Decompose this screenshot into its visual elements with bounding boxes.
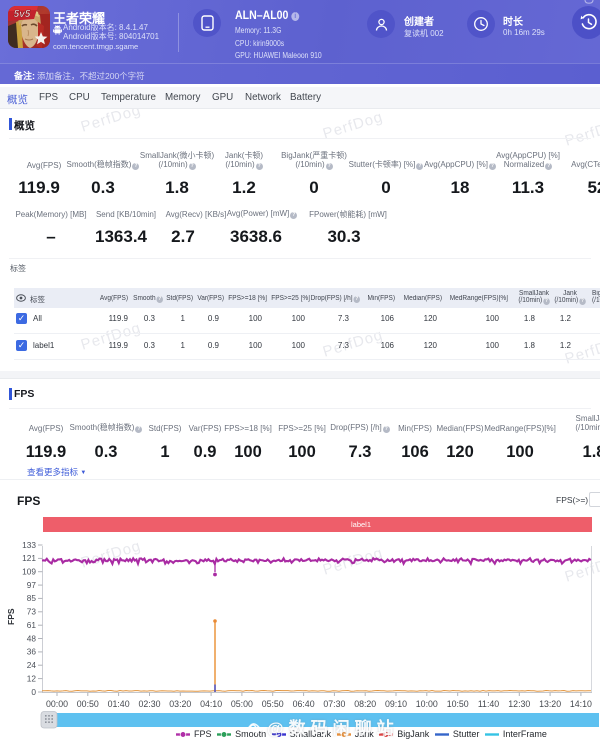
svg-text:85: 85 (27, 593, 37, 603)
svg-text:24: 24 (27, 660, 37, 670)
svg-text:12: 12 (27, 673, 37, 683)
svg-text:133: 133 (22, 540, 36, 550)
svg-text:05:00: 05:00 (231, 699, 253, 709)
svg-text:00:00: 00:00 (46, 699, 68, 709)
svg-text:48: 48 (27, 633, 37, 643)
svg-text:01:40: 01:40 (108, 699, 130, 709)
svg-text:5v5: 5v5 (14, 9, 31, 20)
svg-text:00:50: 00:50 (77, 699, 99, 709)
svg-text:73: 73 (27, 607, 37, 617)
svg-text:09:10: 09:10 (385, 699, 407, 709)
svg-text:61: 61 (27, 620, 37, 630)
svg-text:08:20: 08:20 (354, 699, 376, 709)
svg-text:12:30: 12:30 (508, 699, 530, 709)
svg-text:13:20: 13:20 (539, 699, 561, 709)
svg-text:109: 109 (22, 567, 36, 577)
svg-text:07:30: 07:30 (323, 699, 345, 709)
svg-text:10:00: 10:00 (416, 699, 438, 709)
svg-text:36: 36 (27, 647, 37, 657)
svg-text:04:10: 04:10 (200, 699, 222, 709)
svg-text:05:50: 05:50 (262, 699, 284, 709)
svg-text:11:40: 11:40 (478, 699, 499, 709)
svg-text:97: 97 (27, 580, 37, 590)
svg-text:03:20: 03:20 (169, 699, 191, 709)
svg-text:06:40: 06:40 (293, 699, 315, 709)
svg-text:02:30: 02:30 (138, 699, 160, 709)
svg-text:10:50: 10:50 (447, 699, 469, 709)
svg-text:14:10: 14:10 (570, 699, 592, 709)
svg-text:0: 0 (31, 687, 36, 697)
svg-text:FPS: FPS (6, 608, 16, 625)
svg-text:121: 121 (22, 553, 36, 563)
